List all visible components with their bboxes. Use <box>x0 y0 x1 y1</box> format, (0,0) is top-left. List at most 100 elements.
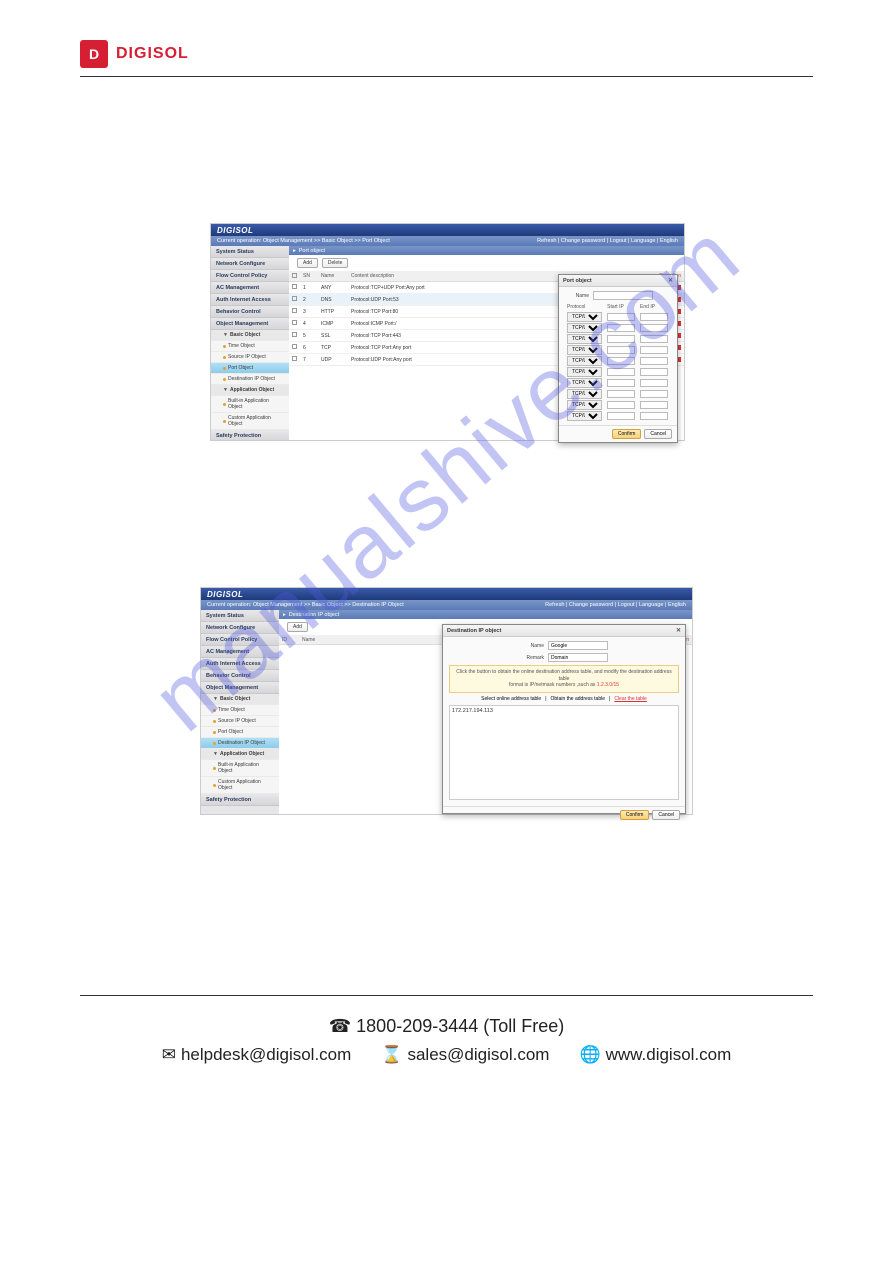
sidebar-group[interactable]: ▼ Application Object <box>201 749 279 760</box>
checkbox[interactable] <box>292 356 297 361</box>
name-input[interactable] <box>548 641 608 650</box>
sidebar-item-selected[interactable]: Destination IP Object <box>201 738 279 749</box>
sidebar-item[interactable]: Time Object <box>211 341 289 352</box>
sidebar-heading[interactable]: Auth Internet Access <box>211 294 289 306</box>
start-ip-input[interactable] <box>607 357 635 365</box>
checkbox[interactable] <box>292 332 297 337</box>
protocol-select[interactable]: TCP/UDP <box>567 323 602 333</box>
protocol-select[interactable]: TCP/UDP <box>567 411 602 421</box>
start-ip-input[interactable] <box>607 379 635 387</box>
remark-input[interactable] <box>548 653 608 662</box>
sidebar-heading[interactable]: Safety Protection <box>201 794 279 806</box>
clear-table-link[interactable]: Clear the table <box>614 696 647 702</box>
dialog-header: Port object ✕ <box>559 275 677 287</box>
name-input[interactable] <box>593 291 653 300</box>
sidebar-item[interactable]: Built-in Application Object <box>211 396 289 413</box>
sidebar-heading[interactable]: Network Configure <box>201 622 279 634</box>
sidebar-heading[interactable]: Object Management <box>211 318 289 330</box>
sidebar-heading[interactable]: Safety Protection <box>211 430 289 440</box>
sidebar-item[interactable]: Port Object <box>201 727 279 738</box>
close-icon[interactable]: ✕ <box>676 627 681 634</box>
end-ip-input[interactable] <box>640 379 668 387</box>
end-ip-input[interactable] <box>640 368 668 376</box>
close-icon[interactable]: ✕ <box>668 277 673 284</box>
sidebar-item[interactable]: Time Object <box>201 705 279 716</box>
start-ip-input[interactable] <box>607 346 635 354</box>
sidebar-group[interactable]: ▼ Basic Object <box>211 330 289 341</box>
dialog-title: Port object <box>563 278 592 284</box>
checkbox[interactable] <box>292 308 297 313</box>
protocol-select[interactable]: TCP/UDP <box>567 367 602 377</box>
protocol-select[interactable]: TCP/UDP <box>567 389 602 399</box>
start-ip-input[interactable] <box>607 313 635 321</box>
start-ip-input[interactable] <box>607 412 635 420</box>
column-header: ID <box>279 635 299 645</box>
start-ip-input[interactable] <box>607 324 635 332</box>
sidebar-item[interactable]: Source IP Object <box>201 716 279 727</box>
sidebar-heading[interactable]: Flow Control Policy <box>201 634 279 646</box>
checkbox[interactable] <box>292 344 297 349</box>
sidebar-item[interactable]: Source IP Object <box>211 352 289 363</box>
sidebar-item-selected[interactable]: Port Object <box>211 363 289 374</box>
protocol-row: TCP/UDP <box>565 322 671 333</box>
start-ip-input[interactable] <box>607 390 635 398</box>
end-ip-input[interactable] <box>640 335 668 343</box>
end-ip-input[interactable] <box>640 346 668 354</box>
protocol-select[interactable]: TCP/UDP <box>567 345 602 355</box>
checkbox[interactable] <box>292 284 297 289</box>
sidebar-heading[interactable]: Behavior Control <box>211 306 289 318</box>
checkbox[interactable] <box>292 320 297 325</box>
sidebar-heading[interactable]: AC Management <box>201 646 279 658</box>
checkbox[interactable] <box>292 296 297 301</box>
sidebar-heading[interactable]: AC Management <box>211 282 289 294</box>
protocol-select[interactable]: TCP/UDP <box>567 312 602 322</box>
confirm-button[interactable]: Confirm <box>612 429 642 439</box>
cancel-button[interactable]: Cancel <box>644 429 672 439</box>
sidebar-heading[interactable]: Flow Control Policy <box>211 270 289 282</box>
sidebar-heading[interactable]: Network Configure <box>211 258 289 270</box>
column-header: Name <box>299 635 460 645</box>
end-ip-input[interactable] <box>640 390 668 398</box>
add-button[interactable]: Add <box>297 258 318 268</box>
start-ip-input[interactable] <box>607 401 635 409</box>
endip-header: End IP <box>638 303 671 311</box>
sidebar-group[interactable]: ▼ Basic Object <box>201 694 279 705</box>
cancel-button[interactable]: Cancel <box>652 810 680 820</box>
cell-sn: 3 <box>300 306 318 318</box>
delete-button[interactable]: Delete <box>322 258 348 268</box>
sidebar-item[interactable]: Built-in Application Object <box>201 760 279 777</box>
tip-box: Click the button to obtain the online de… <box>449 665 679 693</box>
end-ip-input[interactable] <box>640 324 668 332</box>
sidebar-item[interactable]: Destination IP Object <box>211 374 289 385</box>
sidebar-heading[interactable]: Object Management <box>201 682 279 694</box>
sidebar-heading[interactable]: Behavior Control <box>201 670 279 682</box>
top-links[interactable]: Refresh | Change password | Logout | Lan… <box>545 602 686 608</box>
sidebar: System StatusNetwork ConfigureFlow Contr… <box>201 610 279 814</box>
sidebar-group[interactable]: ▼ Application Object <box>211 385 289 396</box>
end-ip-input[interactable] <box>640 313 668 321</box>
select-table-button[interactable]: Select online address table <box>481 696 541 702</box>
obtain-table-button[interactable]: Obtain the address table <box>551 696 605 702</box>
add-button[interactable]: Add <box>287 622 308 632</box>
sidebar-heading[interactable]: Auth Internet Access <box>201 658 279 670</box>
start-ip-input[interactable] <box>607 368 635 376</box>
sidebar-heading[interactable]: System Status <box>201 610 279 622</box>
screenshot-port-object: DIGISOL Current operation: Object Manage… <box>210 223 685 441</box>
end-ip-input[interactable] <box>640 357 668 365</box>
confirm-button[interactable]: Confirm <box>620 810 650 820</box>
cell-sn: 2 <box>300 294 318 306</box>
end-ip-input[interactable] <box>640 412 668 420</box>
protocol-select[interactable]: TCP/UDP <box>567 400 602 410</box>
protocol-select[interactable]: TCP/UDP <box>567 334 602 344</box>
cell-sn: 1 <box>300 282 318 294</box>
sidebar-item[interactable]: Custom Application Object <box>211 413 289 430</box>
ip-textarea[interactable]: 172.217.194.113 <box>449 705 679 800</box>
sidebar-item[interactable]: Custom Application Object <box>201 777 279 794</box>
protocol-select[interactable]: TCP/UDP <box>567 378 602 388</box>
top-links[interactable]: Refresh | Change password | Logout | Lan… <box>537 238 678 244</box>
sidebar-heading[interactable]: System Status <box>211 246 289 258</box>
cell-name: ANY <box>318 282 348 294</box>
start-ip-input[interactable] <box>607 335 635 343</box>
protocol-select[interactable]: TCP/UDP <box>567 356 602 366</box>
end-ip-input[interactable] <box>640 401 668 409</box>
